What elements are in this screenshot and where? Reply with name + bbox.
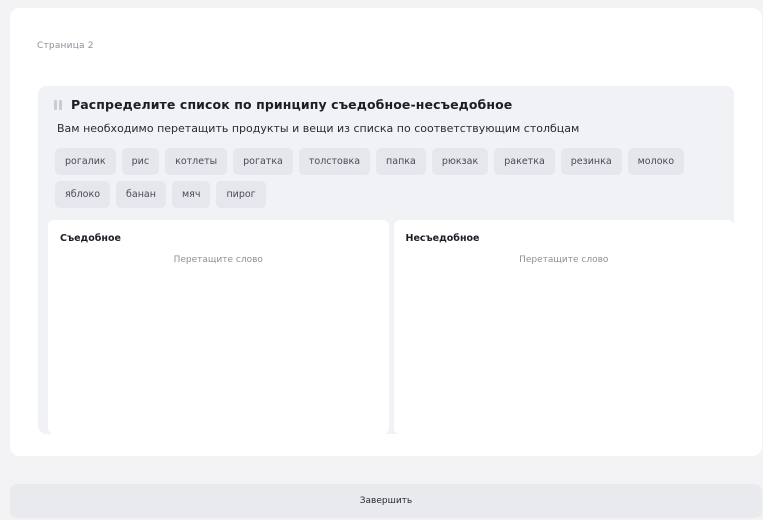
column-title: Съедобное [60, 233, 121, 244]
edible-drop-zone[interactable]: Съедобное Перетащите слово [48, 220, 389, 434]
word-chip[interactable]: папка [376, 148, 426, 175]
word-chip[interactable]: молоко [627, 148, 685, 175]
word-chip[interactable]: рюкзак [431, 148, 489, 175]
word-chip[interactable]: ракетка [494, 148, 555, 175]
drag-handle-icon[interactable] [54, 99, 62, 110]
word-chip[interactable]: банан [116, 181, 166, 208]
word-chip[interactable]: рогалик [55, 148, 116, 175]
word-chip[interactable]: яблоко [55, 181, 111, 208]
word-bank: рогалик рис котлеты рогатка толстовка па… [55, 148, 695, 208]
word-chip[interactable]: пирог [216, 181, 266, 208]
drop-placeholder: Перетащите слово [173, 255, 263, 265]
page-card: Страница 2 Распределите список по принци… [10, 8, 762, 456]
word-chip[interactable]: мяч [171, 181, 211, 208]
word-chip[interactable]: рогатка [233, 148, 293, 175]
word-chip[interactable]: резинка [560, 148, 622, 175]
drop-columns: Съедобное Перетащите слово Несъедобное П… [48, 220, 734, 434]
word-chip[interactable]: рис [121, 148, 160, 175]
word-chip[interactable]: котлеты [165, 148, 228, 175]
word-chip[interactable]: толстовка [298, 148, 371, 175]
task-block: Распределите список по принципу съедобно… [38, 86, 734, 434]
task-header: Распределите список по принципу съедобно… [54, 97, 512, 112]
page-label: Страница 2 [37, 41, 94, 51]
inedible-drop-zone[interactable]: Несъедобное Перетащите слово [393, 220, 734, 434]
drop-placeholder: Перетащите слово [519, 255, 609, 265]
finish-button[interactable]: Завершить [10, 484, 762, 518]
task-title: Распределите список по принципу съедобно… [71, 97, 513, 112]
column-title: Несъедобное [405, 233, 480, 244]
task-description: Вам необходимо перетащить продукты и вещ… [57, 122, 580, 135]
